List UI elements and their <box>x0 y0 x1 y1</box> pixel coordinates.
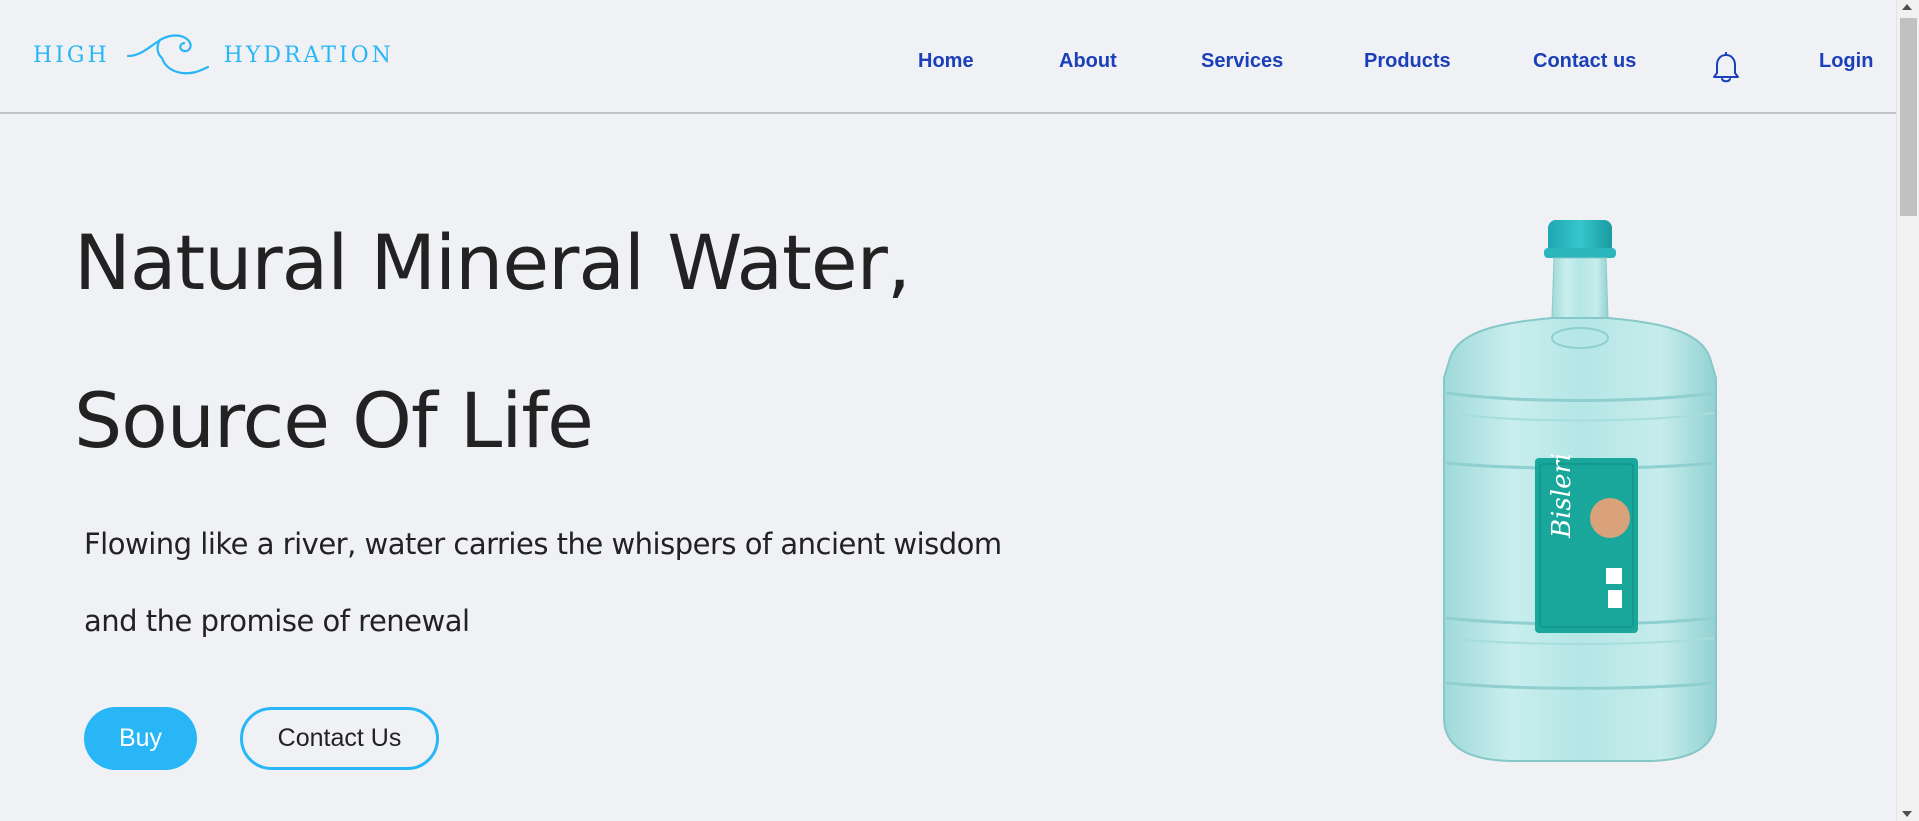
scroll-thumb[interactable] <box>1900 18 1917 216</box>
water-bottle-image: Bisleri <box>1443 220 1717 762</box>
buy-button[interactable]: Buy <box>84 707 197 770</box>
navbar: HIGH HYDRATION Home About Services Produ… <box>0 0 1896 114</box>
wave-icon <box>126 34 209 75</box>
login-link[interactable]: Login <box>1819 50 1873 73</box>
scrollbar[interactable] <box>1896 0 1919 821</box>
hero-subtitle-line2: and the promise of renewal <box>84 604 470 638</box>
nav-services-link[interactable]: Services <box>1201 50 1283 73</box>
bottle-label-brand: Bisleri <box>1547 453 1577 539</box>
nav-home-link[interactable]: Home <box>918 50 974 73</box>
site-logo[interactable]: HIGH HYDRATION <box>33 30 394 80</box>
nav-products-link[interactable]: Products <box>1364 50 1451 73</box>
scroll-up-arrow-icon[interactable] <box>1902 4 1912 10</box>
page: HIGH HYDRATION Home About Services Produ… <box>0 0 1919 821</box>
scroll-down-arrow-icon[interactable] <box>1902 811 1912 817</box>
hero-title-line1: Natural Mineral Water, <box>74 218 911 307</box>
nav-about-link[interactable]: About <box>1059 50 1117 73</box>
logo-word-high: HIGH <box>33 42 110 68</box>
contact-us-button[interactable]: Contact Us <box>240 707 439 770</box>
logo-word-hydration: HYDRATION <box>223 42 394 68</box>
bell-icon[interactable] <box>1712 52 1740 84</box>
hero-title-line2: Source Of Life <box>74 376 594 465</box>
nav-contact-link[interactable]: Contact us <box>1533 50 1636 73</box>
hero-subtitle-line1: Flowing like a river, water carries the … <box>84 527 1002 561</box>
